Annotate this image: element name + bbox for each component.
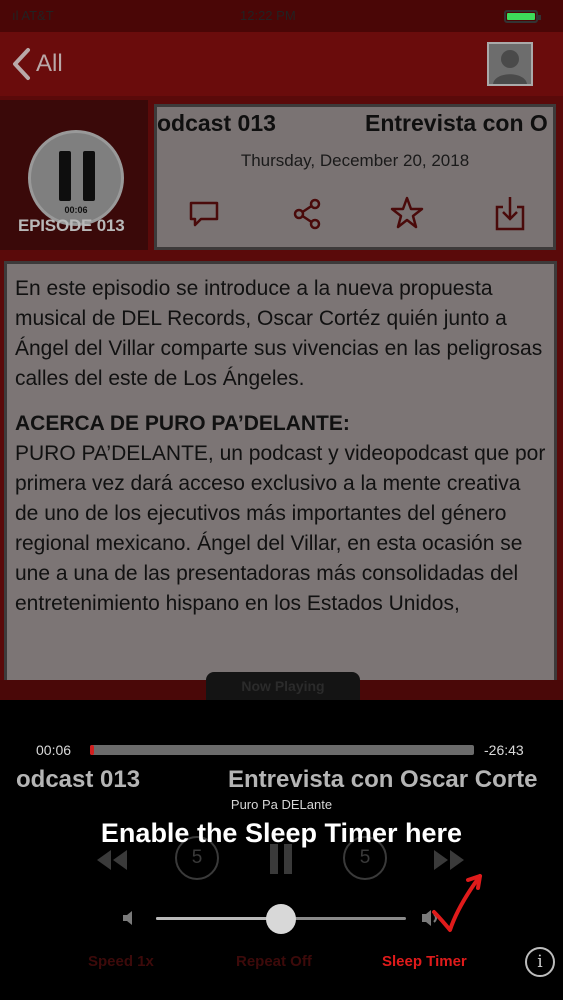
profile-button[interactable] <box>487 42 533 86</box>
episode-title-part: odcast 013 <box>157 110 276 136</box>
rewind-icon[interactable] <box>95 848 129 872</box>
remaining-time: -26:43 <box>484 742 524 758</box>
sleep-timer-button[interactable]: Sleep Timer <box>382 953 467 970</box>
volume-knob[interactable] <box>266 904 296 934</box>
back-button[interactable]: All <box>10 46 63 82</box>
repeat-button[interactable]: Repeat Off <box>236 953 312 970</box>
progress-fill <box>90 745 94 755</box>
volume-fill <box>156 917 281 920</box>
episode-number-label: EPISODE 013 <box>18 216 125 235</box>
podcast-episode-page: ıl AT&T 12:22 PM All 00:06 EPISODE 013 o… <box>0 0 563 700</box>
track-title-marquee: odcast 013 Entrevista con Oscar Corte <box>0 766 563 798</box>
now-playing-tab[interactable]: Now Playing <box>206 672 360 702</box>
episode-info-card: odcast 013 Entrevista con O Thursday, De… <box>154 104 556 250</box>
volume-low-icon <box>123 911 132 925</box>
navigation-bar: All <box>0 32 563 96</box>
artist-name: Puro Pa DELante <box>230 797 333 812</box>
sleep-timer-callout: Enable the Sleep Timer here <box>100 818 463 848</box>
episode-title-part: Entrevista con O <box>365 110 548 136</box>
user-avatar-icon <box>493 50 527 84</box>
chevron-left-icon <box>13 48 30 80</box>
speed-button[interactable]: Speed 1x <box>88 953 154 970</box>
about-heading: ACERCA DE PURO PA’DELANTE: <box>15 412 350 435</box>
episode-description: En este episodio se introduce a la nueva… <box>4 261 557 700</box>
track-title-part: odcast 013 <box>16 766 141 793</box>
clock: 12:22 PM <box>240 8 296 23</box>
cover-play-pause-button[interactable]: 00:06 <box>28 130 124 226</box>
share-icon[interactable] <box>290 195 324 233</box>
track-title-part: Entrevista con Oscar Corte <box>228 766 538 793</box>
fast-forward-icon[interactable] <box>432 848 466 872</box>
info-button[interactable]: i <box>525 947 555 977</box>
episode-summary: En este episodio se introduce a la nueva… <box>15 277 543 390</box>
download-icon[interactable] <box>493 195 527 233</box>
elapsed-time: 00:06 <box>36 742 72 758</box>
pause-icon <box>59 151 71 201</box>
carrier-label: ıl AT&T <box>12 8 54 23</box>
progress-bar[interactable] <box>90 745 474 755</box>
about-text: PURO PA’DELANTE, un podcast y videopodca… <box>15 442 546 615</box>
star-icon[interactable] <box>390 195 424 233</box>
comment-icon[interactable] <box>187 195 221 233</box>
battery-icon <box>504 10 541 23</box>
episode-date: Thursday, December 20, 2018 <box>240 151 470 170</box>
back-label: All <box>36 50 63 77</box>
annotation-arrow-icon <box>432 874 482 932</box>
status-bar: ıl AT&T 12:22 PM <box>0 0 563 32</box>
cover-time: 00:06 <box>64 205 88 215</box>
